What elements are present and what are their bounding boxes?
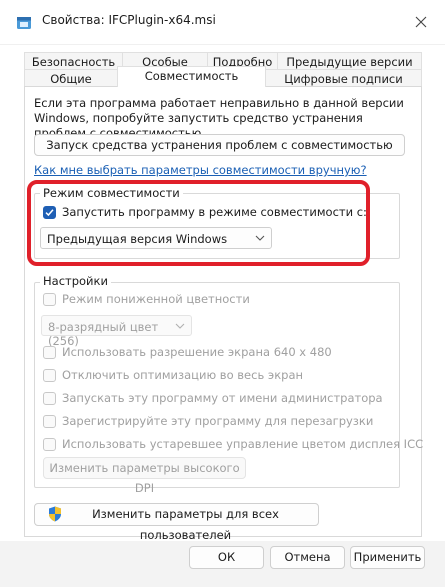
manual-settings-help-link[interactable]: Как мне выбрать параметры совместимости … [34,163,367,177]
tab-previous-versions[interactable]: Предыдущие версии [277,52,422,70]
fullscreen-opt-label: Отключить оптимизацию во весь экран [62,368,304,382]
run-as-admin-label: Запускать эту программу от имени админис… [62,391,383,405]
tab-compatibility[interactable]: Совместимость [117,66,266,87]
reduced-color-checkbox-row[interactable]: Режим пониженной цветности [43,291,250,307]
ok-button[interactable]: ОК [189,546,264,569]
register-restart-checkbox[interactable] [43,414,56,428]
title-bar: Свойства: IFCPlugin-x64.msi [0,0,445,45]
installer-package-icon [16,15,32,31]
close-window-button[interactable] [406,8,436,36]
uac-shield-icon [48,506,62,525]
resolution-640-checkbox[interactable] [43,345,56,359]
run-as-admin-checkbox[interactable] [43,391,56,405]
high-dpi-settings-button[interactable]: Изменить параметры высокого DPI [43,457,246,495]
all-users-settings-button[interactable]: Изменить параметры для всех пользователе… [34,503,319,542]
legacy-icc-label: Использовать устаревшее управление цвето… [62,437,424,451]
highlight-frame [27,180,370,266]
resolution-640-label: Использовать разрешение экрана 640 x 480 [62,345,332,359]
legacy-icc-checkbox-row[interactable]: Использовать устаревшее управление цвето… [43,436,423,452]
tab-security[interactable]: Безопасность [24,52,123,70]
settings-group-title: Настройки [40,274,111,288]
register-restart-checkbox-row[interactable]: Зарегистрируйте эту программу для переза… [43,413,373,429]
apply-button[interactable]: Применить [350,546,425,569]
run-as-admin-checkbox-row[interactable]: Запускать эту программу от имени админис… [43,390,383,406]
resolution-640-checkbox-row[interactable]: Использовать разрешение экрана 640 x 480 [43,344,332,360]
run-troubleshooter-button[interactable]: Запуск средства устранения проблем с сов… [34,134,405,156]
tab-general[interactable]: Общие [24,69,118,87]
color-depth-select[interactable]: 8-разрядный цвет (256) [41,315,192,348]
cancel-button[interactable]: Отмена [270,546,345,569]
fullscreen-opt-checkbox[interactable] [43,368,56,382]
reduced-color-label: Режим пониженной цветности [62,292,250,306]
fullscreen-opt-checkbox-row[interactable]: Отключить оптимизацию во весь экран [43,367,303,383]
close-icon [415,16,427,28]
window-title: Свойства: IFCPlugin-x64.msi [42,13,216,27]
register-restart-label: Зарегистрируйте эту программу для переза… [62,414,374,428]
reduced-color-checkbox[interactable] [43,292,56,306]
tab-digital-signatures[interactable]: Цифровые подписи [265,69,422,87]
chevron-down-icon [175,323,185,329]
legacy-icc-checkbox[interactable] [43,437,56,451]
